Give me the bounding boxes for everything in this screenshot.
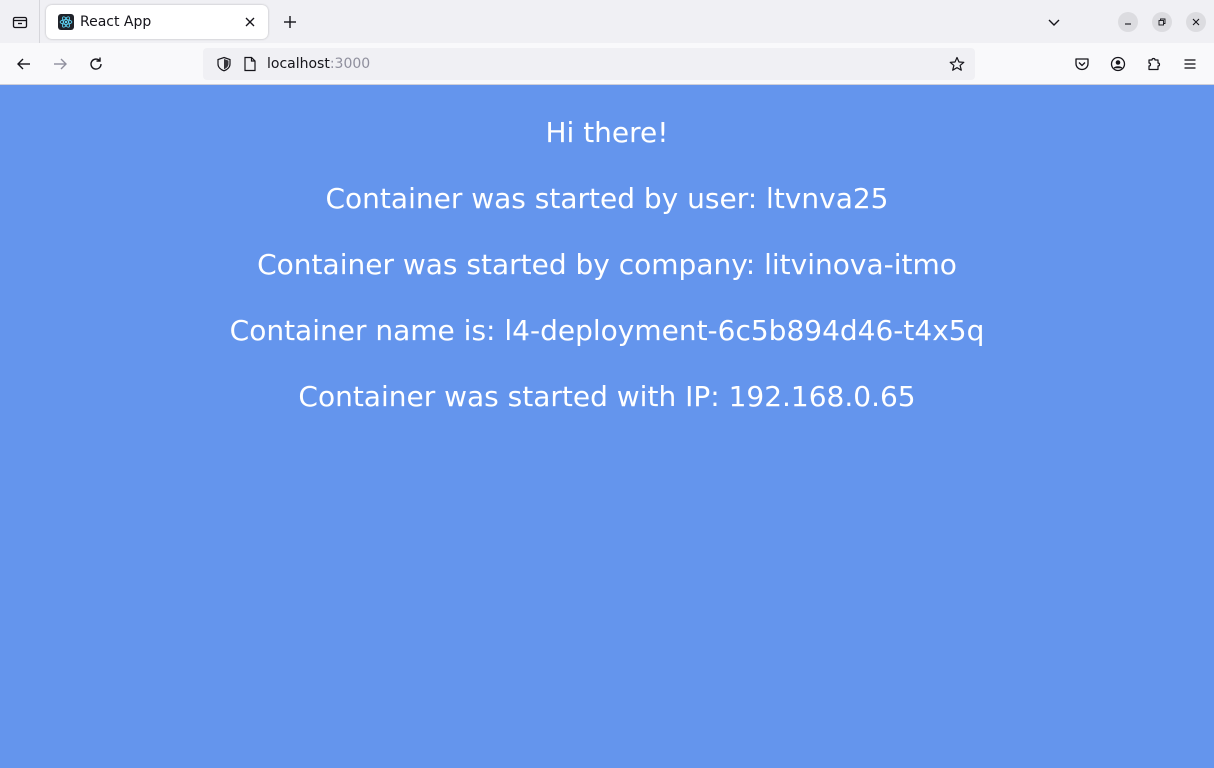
- close-icon: [1192, 18, 1200, 25]
- tab-list-button[interactable]: [0, 0, 40, 43]
- back-arrow-icon: [17, 58, 30, 69]
- minimize-icon: [1125, 22, 1131, 25]
- chevron-down-icon: [1048, 19, 1060, 26]
- pocket-button[interactable]: [1066, 48, 1098, 80]
- container-name-text: Container name is: l4-deployment-6c5b894…: [229, 314, 985, 347]
- window-controls-area: [1040, 0, 1214, 43]
- browser-window: React App localhost:3000 Hi there! Conta…: [0, 0, 1214, 768]
- toolbar-right: [1062, 48, 1206, 80]
- forward-button[interactable]: [44, 48, 76, 80]
- greeting-text: Hi there!: [545, 116, 669, 149]
- tab-close-button[interactable]: [242, 14, 258, 30]
- pocket-icon: [1075, 57, 1089, 70]
- plus-icon: [284, 15, 296, 28]
- restore-icon: [1158, 18, 1166, 25]
- page-icon: [244, 56, 256, 71]
- forward-arrow-icon: [54, 58, 67, 69]
- back-button[interactable]: [8, 48, 40, 80]
- list-all-tabs-button[interactable]: [1040, 8, 1068, 36]
- account-icon: [1110, 56, 1126, 71]
- close-window-button[interactable]: [1186, 11, 1206, 32]
- tracking-protection-button[interactable]: [215, 55, 233, 73]
- tab-list-icon: [12, 16, 27, 28]
- page-content: Hi there! Container was started by user:…: [0, 85, 1214, 768]
- shield-icon: [217, 56, 231, 71]
- url-host: localhost: [267, 55, 330, 72]
- hamburger-menu-icon: [1184, 58, 1196, 69]
- account-button[interactable]: [1102, 48, 1134, 80]
- url-bar[interactable]: localhost:3000: [203, 47, 975, 80]
- reload-icon: [90, 57, 102, 70]
- tab-react-app[interactable]: React App: [46, 4, 268, 39]
- close-icon: [245, 17, 255, 26]
- react-logo-icon: [58, 13, 74, 30]
- company-info-text: Container was started by company: litvin…: [257, 248, 957, 281]
- puzzle-icon: [1148, 57, 1161, 70]
- url-port: :3000: [329, 55, 371, 72]
- container-ip-text: Container was started with IP: 192.168.0…: [298, 380, 916, 413]
- new-tab-button[interactable]: [276, 8, 304, 36]
- extensions-button[interactable]: [1138, 48, 1170, 80]
- star-icon: [949, 56, 965, 71]
- tab-strip: React App: [0, 0, 1214, 43]
- url-text[interactable]: localhost:3000: [267, 56, 947, 72]
- navigation-bar: localhost:3000: [0, 43, 1214, 85]
- bookmark-button[interactable]: [947, 54, 967, 74]
- user-info-text: Container was started by user: ltvnva25: [325, 182, 889, 215]
- minimize-button[interactable]: [1118, 11, 1138, 32]
- tab-title: React App: [80, 13, 152, 30]
- restore-button[interactable]: [1152, 11, 1172, 32]
- site-info-button[interactable]: [241, 55, 259, 73]
- reload-button[interactable]: [80, 48, 112, 80]
- app-menu-button[interactable]: [1174, 48, 1206, 80]
